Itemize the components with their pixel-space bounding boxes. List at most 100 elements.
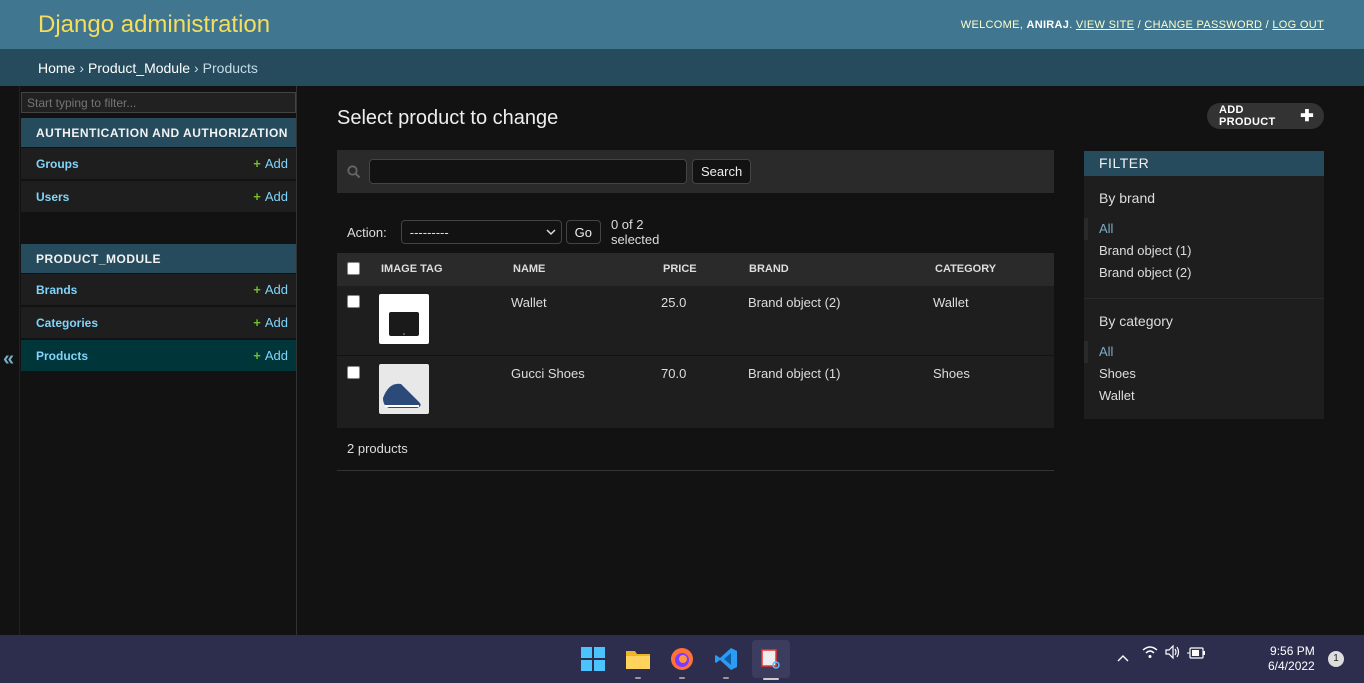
table-row: Wallet 25.0 Brand object (2) Wallet	[337, 286, 1054, 356]
add-product-button[interactable]: ADD PRODUCT ✚	[1207, 103, 1324, 129]
sidebar-item-categories[interactable]: Categories + Add	[21, 307, 296, 339]
row-checkbox[interactable]	[347, 366, 360, 379]
product-name-link[interactable]: Gucci Shoes	[511, 366, 585, 381]
sidebar-item-label[interactable]: Categories	[36, 316, 98, 330]
breadcrumb-separator: ›	[193, 59, 199, 76]
column-header-brand[interactable]: BRAND	[749, 263, 789, 275]
column-header-image-tag: IMAGE TAG	[381, 263, 443, 275]
breadcrumb-separator: ›	[79, 59, 85, 76]
add-products-link[interactable]: + Add	[253, 348, 288, 363]
filter-option-all[interactable]: All	[1084, 341, 1324, 363]
filter-option[interactable]: Wallet	[1099, 385, 1324, 407]
column-header-price[interactable]: PRICE	[663, 263, 697, 275]
search-button[interactable]: Search	[692, 159, 752, 184]
action-selected-value: ---------	[409, 224, 449, 240]
action-label: Action:	[347, 224, 387, 240]
select-all-checkbox[interactable]	[347, 262, 360, 275]
add-groups-link[interactable]: + Add	[253, 156, 288, 171]
plus-icon: +	[253, 189, 261, 204]
sidebar-item-label[interactable]: Groups	[36, 157, 79, 171]
product-category: Wallet	[933, 295, 969, 310]
plus-icon: +	[253, 348, 261, 363]
wifi-icon[interactable]	[1142, 645, 1158, 662]
row-checkbox[interactable]	[347, 295, 360, 308]
collapse-icon[interactable]: «	[3, 348, 14, 371]
log-out-link[interactable]: LOG OUT	[1272, 19, 1324, 31]
view-site-link[interactable]: VIEW SITE	[1076, 19, 1134, 31]
add-label: Add	[264, 348, 288, 363]
sidebar-item-users[interactable]: Users + Add	[21, 181, 296, 213]
page-title: Select product to change	[337, 107, 559, 129]
go-button[interactable]: Go	[565, 220, 601, 244]
plus-icon: ✚	[1300, 108, 1314, 125]
sidebar-item-brands[interactable]: Brands + Add	[21, 274, 296, 306]
running-indicator	[723, 677, 729, 679]
add-users-link[interactable]: + Add	[253, 189, 288, 204]
user-tools: WELCOME, ANIRAJ. VIEW SITE / CHANGE PASS…	[960, 18, 1324, 31]
sidebar-item-label[interactable]: Users	[36, 190, 69, 204]
search-input[interactable]	[369, 159, 687, 184]
running-indicator	[679, 677, 685, 679]
sidebar-item-groups[interactable]: Groups + Add	[21, 148, 296, 180]
change-password-link[interactable]: CHANGE PASSWORD	[1144, 19, 1262, 31]
actions-bar: Action: --------- Go 0 of 2 selected	[337, 217, 684, 247]
selection-counter: 0 of 2 selected	[610, 217, 660, 247]
column-header-category[interactable]: CATEGORY	[935, 263, 996, 275]
table-header: IMAGE TAG NAME PRICE BRAND CATEGORY	[337, 253, 1054, 286]
plus-icon: +	[253, 156, 261, 171]
battery-icon[interactable]	[1187, 646, 1205, 662]
product-image-wallet	[379, 294, 429, 344]
add-categories-link[interactable]: + Add	[253, 315, 288, 330]
add-label: Add	[264, 282, 288, 297]
filter-title: FILTER	[1084, 151, 1324, 176]
nav-filter-input[interactable]	[21, 92, 296, 113]
product-image-shoes	[379, 364, 429, 414]
brand-filter-list: All Brand object (1) Brand object (2)	[1084, 218, 1324, 284]
vscode-icon[interactable]	[711, 644, 741, 679]
file-explorer-icon[interactable]	[623, 644, 653, 679]
header: Django administration WELCOME, ANIRAJ. V…	[0, 0, 1364, 49]
sidebar-item-label[interactable]: Products	[36, 349, 88, 363]
clock-time: 9:56 PM	[1270, 644, 1315, 658]
product-name-link[interactable]: Wallet	[511, 295, 547, 310]
sidebar-item-products[interactable]: Products + Add	[21, 340, 296, 372]
breadcrumb-current: Products	[202, 59, 258, 76]
volume-icon[interactable]	[1165, 644, 1181, 662]
filter-option[interactable]: Shoes	[1099, 363, 1324, 385]
running-indicator	[635, 677, 641, 679]
action-select[interactable]: ---------	[400, 220, 562, 244]
module-caption-auth[interactable]: AUTHENTICATION AND AUTHORIZATION	[21, 118, 296, 147]
filter-option[interactable]: Brand object (2)	[1099, 262, 1324, 284]
site-branding[interactable]: Django administration	[38, 11, 270, 39]
windows-start-icon[interactable]	[578, 644, 608, 674]
notification-badge[interactable]: 1	[1328, 651, 1344, 667]
filter-option[interactable]: Brand object (1)	[1099, 240, 1324, 262]
chevron-up-icon[interactable]	[1117, 649, 1129, 665]
category-filter-list: All Shoes Wallet	[1084, 341, 1324, 407]
username: ANIRAJ	[1026, 18, 1070, 31]
nav-sidebar-toggle[interactable]: «	[0, 86, 20, 635]
filter-option-all[interactable]: All	[1084, 218, 1324, 240]
search-icon	[347, 164, 361, 179]
add-label: Add	[264, 156, 288, 171]
plus-icon: +	[253, 315, 261, 330]
breadcrumb-module[interactable]: Product_Module	[88, 60, 190, 76]
add-product-label: ADD PRODUCT	[1219, 104, 1276, 128]
table-row: Gucci Shoes 70.0 Brand object (1) Shoes	[337, 356, 1054, 429]
firefox-icon[interactable]	[667, 644, 697, 679]
add-brands-link[interactable]: + Add	[253, 282, 288, 297]
clock-date: 6/4/2022	[1268, 659, 1315, 673]
filter-heading-brand: By brand	[1099, 190, 1156, 206]
product-brand: Brand object (1)	[748, 366, 841, 381]
breadcrumb-home[interactable]: Home	[38, 60, 75, 76]
changelist-filter: FILTER By brand All Brand object (1) Bra…	[1084, 151, 1324, 419]
clock[interactable]: 9:56 PM 6/4/2022	[1268, 644, 1315, 674]
sidebar-item-label[interactable]: Brands	[36, 283, 77, 297]
welcome-text: WELCOME,	[960, 18, 1024, 31]
filter-heading-category: By category	[1099, 313, 1173, 329]
divider	[1084, 298, 1324, 299]
snipping-tool-icon[interactable]	[752, 640, 790, 680]
product-price: 25.0	[661, 295, 687, 310]
module-caption-product[interactable]: PRODUCT_MODULE	[21, 244, 296, 273]
column-header-name[interactable]: NAME	[513, 263, 545, 275]
